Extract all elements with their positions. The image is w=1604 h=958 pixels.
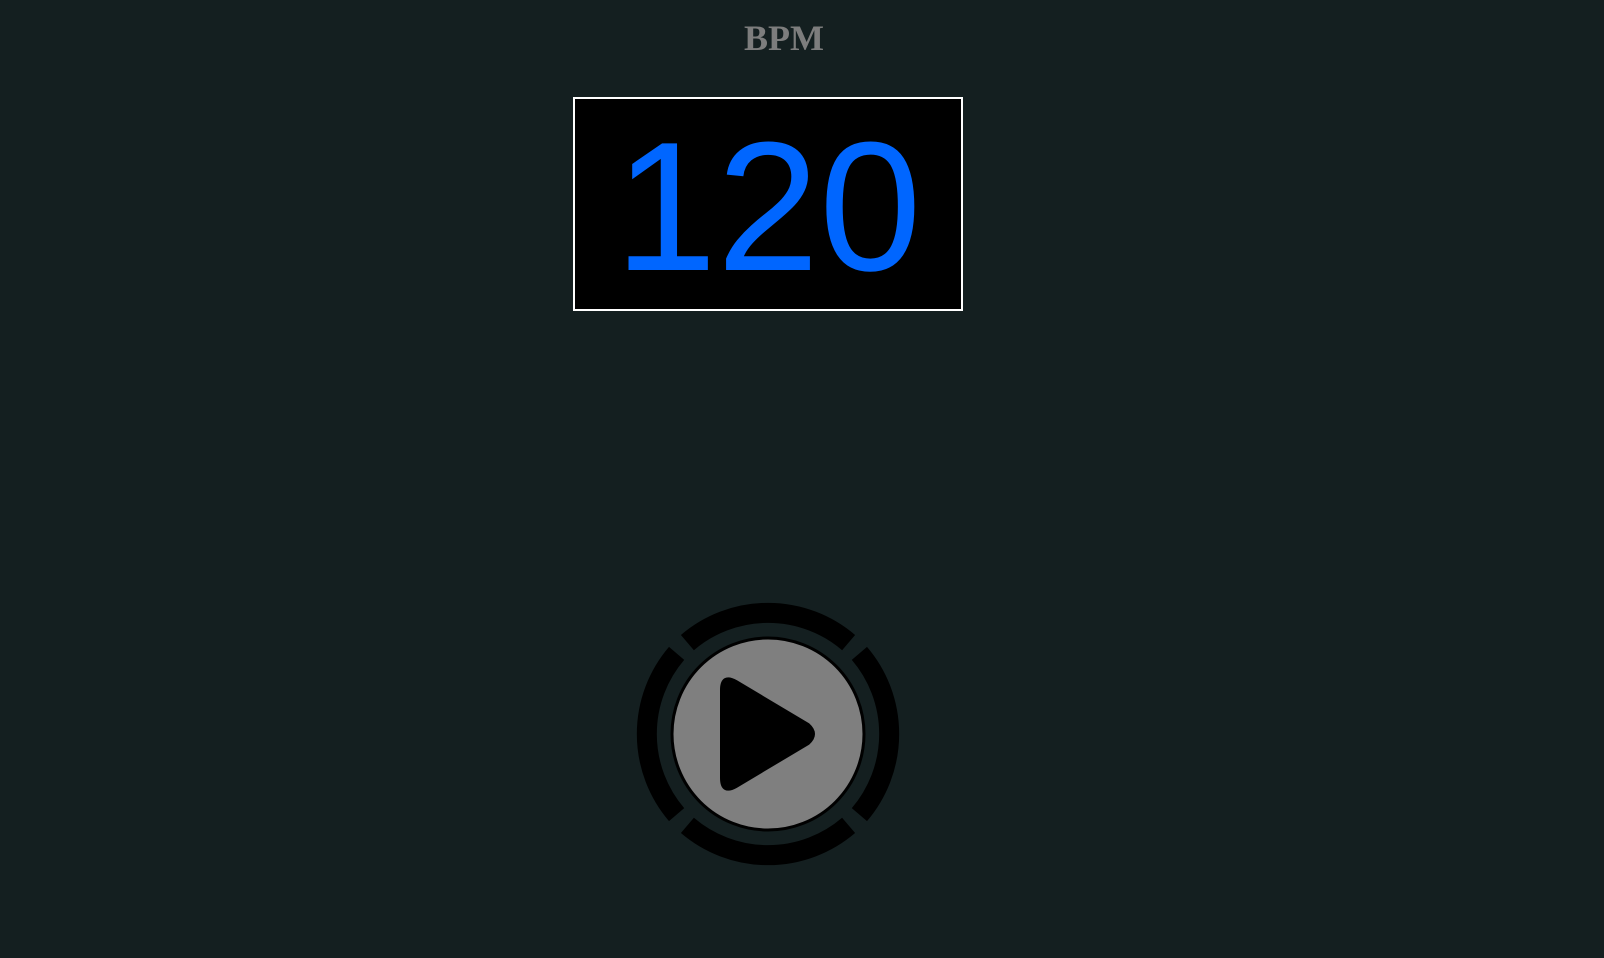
bpm-title: BPM (744, 18, 824, 58)
play-button-graphic (636, 602, 900, 866)
bpm-display[interactable]: 120 (573, 97, 963, 311)
play-button[interactable] (632, 598, 904, 870)
bpm-value: 120 (614, 103, 922, 309)
metronome-app: BPM 120 (0, 0, 1604, 958)
